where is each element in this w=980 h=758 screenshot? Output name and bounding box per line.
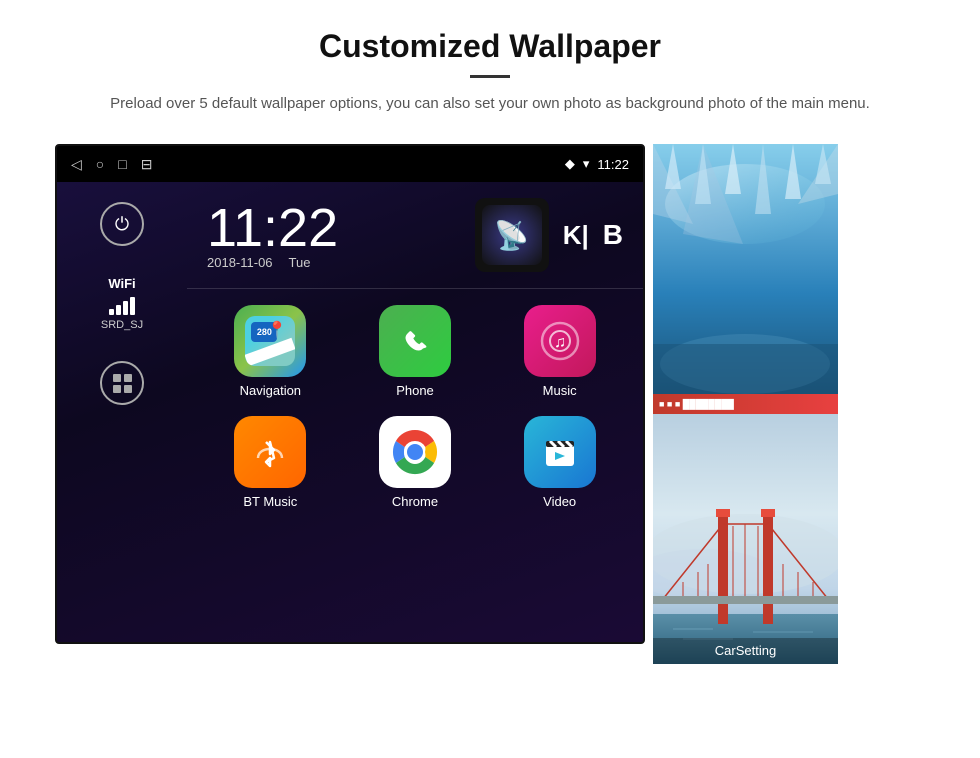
map-pin: 📍 [267, 320, 287, 340]
wallpaper-previews: ■ ■ ■ ████████ [653, 144, 838, 664]
navigation-label: Navigation [240, 383, 301, 398]
svg-text:♫: ♫ [554, 334, 566, 351]
apps-grid-icon [113, 374, 132, 393]
bridge-wallpaper[interactable]: CarSetting [653, 414, 838, 664]
grid-dot-3 [113, 385, 121, 393]
ki-button[interactable]: K| [563, 220, 589, 251]
power-button[interactable]: ⏻ [100, 202, 144, 246]
page-header: Customized Wallpaper Preload over 5 defa… [0, 0, 980, 134]
app-grid: 280 📍 Navigation Phone [187, 289, 643, 525]
music-label: Music [543, 383, 577, 398]
left-sidebar: ⏻ WiFi SRD_SJ [57, 182, 187, 642]
wifi-ssid: SRD_SJ [101, 319, 143, 331]
screen-body: ⏻ WiFi SRD_SJ [57, 182, 643, 642]
radio-widget[interactable]: 📡 [475, 198, 549, 272]
date-display: 2018-11-06 [207, 255, 273, 270]
day-display: Tue [289, 255, 311, 270]
wifi-widget: WiFi SRD_SJ [101, 276, 143, 331]
apps-drawer-button[interactable] [100, 361, 144, 405]
chrome-label: Chrome [392, 494, 438, 509]
recents-icon[interactable]: □ [118, 156, 126, 172]
clock-display: 11:22 2018-11-06 Tue [207, 201, 338, 270]
main-content: ◁ ○ □ ⊟ ◆ ▾ 11:22 ⏻ WiFi [0, 134, 980, 664]
ice-cave-svg [653, 144, 838, 394]
music-svg: ♫ [538, 319, 582, 363]
status-bar: ◁ ○ □ ⊟ ◆ ▾ 11:22 [57, 146, 643, 182]
btmusic-label: BT Music [243, 494, 297, 509]
carsetting-label: CarSetting [715, 643, 776, 658]
center-content: 11:22 2018-11-06 Tue 📡 K| B [187, 182, 643, 642]
wifi-bar-3 [123, 301, 128, 315]
btmusic-icon [234, 416, 306, 488]
video-svg [538, 430, 582, 474]
map-background: 280 📍 [245, 316, 295, 366]
app-item-music[interactable]: ♫ Music [496, 305, 623, 398]
clock-area: 11:22 2018-11-06 Tue 📡 K| B [187, 182, 643, 289]
back-icon[interactable]: ◁ [71, 156, 82, 173]
btmusic-svg [248, 430, 292, 474]
b-button[interactable]: B [603, 219, 623, 251]
grid-dot-2 [124, 374, 132, 382]
ice-cave-image [653, 144, 838, 394]
music-icon: ♫ [524, 305, 596, 377]
clock-right-widgets: 📡 K| B [475, 198, 623, 272]
clock-time: 11:22 [207, 201, 338, 255]
radio-inner: 📡 [482, 205, 542, 265]
chrome-icon [379, 416, 451, 488]
title-divider [470, 75, 510, 78]
carsetting-label-area: CarSetting [653, 638, 838, 664]
location-icon: ◆ [565, 156, 575, 172]
radio-signal-icon: 📡 [494, 219, 529, 252]
app-item-chrome[interactable]: Chrome [352, 416, 479, 509]
page-title: Customized Wallpaper [80, 28, 900, 65]
wallpaper-strip: ■ ■ ■ ████████ [653, 394, 838, 414]
app-item-phone[interactable]: Phone [352, 305, 479, 398]
grid-dot-1 [113, 374, 121, 382]
navigation-icon: 280 📍 [234, 305, 306, 377]
nav-buttons: ◁ ○ □ ⊟ [71, 156, 152, 173]
wifi-signal [101, 295, 143, 315]
app-item-video[interactable]: Video [496, 416, 623, 509]
app-item-navigation[interactable]: 280 📍 Navigation [207, 305, 334, 398]
map-road [245, 338, 295, 366]
status-bar-right: ◆ ▾ 11:22 [565, 156, 629, 172]
screenshot-icon[interactable]: ⊟ [141, 156, 153, 173]
ice-cave-wallpaper[interactable] [653, 144, 838, 394]
video-label: Video [543, 494, 576, 509]
phone-label: Phone [396, 383, 434, 398]
phone-svg [395, 321, 435, 361]
page-description: Preload over 5 default wallpaper options… [80, 92, 900, 116]
bridge-svg [653, 414, 838, 664]
wifi-label: WiFi [101, 276, 143, 291]
wifi-bar-4 [130, 297, 135, 315]
home-icon[interactable]: ○ [96, 156, 104, 172]
strip-text: ■ ■ ■ ████████ [659, 399, 734, 409]
chrome-svg [389, 426, 441, 478]
phone-icon [379, 305, 451, 377]
app-item-btmusic[interactable]: BT Music [207, 416, 334, 509]
android-screen-mockup: ◁ ○ □ ⊟ ◆ ▾ 11:22 ⏻ WiFi [55, 144, 645, 644]
wifi-icon: ▾ [583, 156, 590, 172]
wifi-bar-2 [116, 305, 121, 315]
grid-dot-4 [124, 385, 132, 393]
video-icon [524, 416, 596, 488]
status-time: 11:22 [597, 157, 629, 172]
wifi-bar-1 [109, 309, 114, 315]
